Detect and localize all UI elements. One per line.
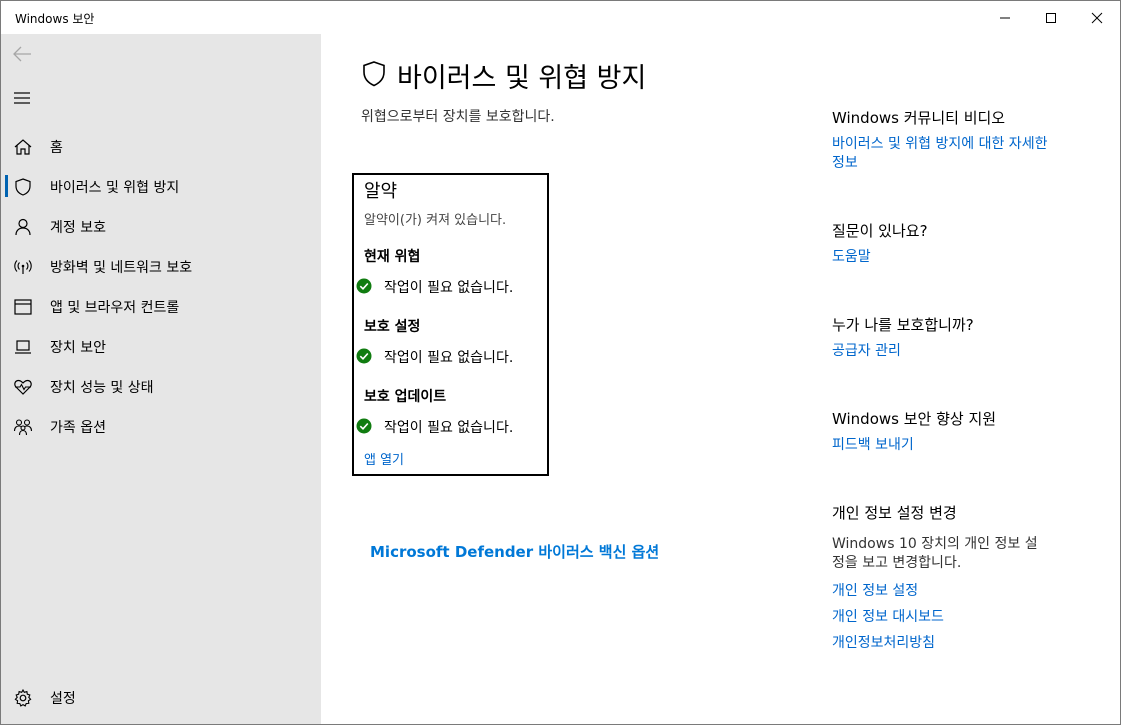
laptop-icon: [15, 340, 31, 354]
learn-more-link-line2: 정보: [832, 155, 858, 171]
green-check-icon: [356, 418, 372, 434]
menu-button[interactable]: [11, 86, 35, 110]
learn-more-link[interactable]: 바이러스 및 위협 방지에 대한 자세한 정보: [832, 135, 1047, 173]
sidebar-item-family[interactable]: 가족 옵션: [1, 406, 321, 446]
defender-options-link[interactable]: Microsoft Defender 바이러스 백신 옵션: [370, 541, 659, 562]
back-button[interactable]: [11, 42, 35, 66]
page-title: 바이러스 및 위협 방지: [359, 56, 646, 95]
app-window: Windows 보안 홈 바이러스 및 위협 방지 계정 보호 방화벽 및 네트…: [0, 0, 1121, 725]
sidebar-item-label: 장치 성능 및 상태: [50, 380, 154, 396]
minimize-button[interactable]: [982, 1, 1028, 34]
privacy-statement-link[interactable]: 개인정보처리방침: [832, 634, 935, 653]
privacy-description: Windows 10 장치의 개인 정보 설 정을 보고 변경합니다.: [832, 535, 1038, 573]
page-title-text: 바이러스 및 위협 방지: [397, 63, 647, 94]
family-icon: [13, 419, 33, 436]
status-text: 작업이 필요 없습니다.: [384, 350, 514, 366]
community-heading: Windows 커뮤니티 비디오: [832, 109, 1006, 127]
sidebar-item-firewall[interactable]: 방화벽 및 네트워크 보호: [1, 246, 321, 286]
sidebar-item-label: 바이러스 및 위협 방지: [50, 180, 180, 196]
sidebar-item-device-health[interactable]: 장치 성능 및 상태: [1, 366, 321, 406]
title-bar: Windows 보안: [1, 1, 1120, 34]
sidebar-item-label: 홈: [50, 140, 63, 156]
status-row: 작업이 필요 없습니다.: [356, 346, 546, 366]
who-protects-heading: 누가 나를 보호합니까?: [832, 316, 974, 334]
sidebar-item-label: 계정 보호: [50, 220, 106, 236]
manage-providers-link[interactable]: 공급자 관리: [832, 342, 901, 361]
privacy-description-line1: Windows 10 장치의 개인 정보 설: [832, 536, 1038, 552]
heart-pulse-icon: [14, 379, 32, 395]
sidebar-item-label: 장치 보안: [50, 340, 106, 356]
sidebar-item-account[interactable]: 계정 보호: [1, 206, 321, 246]
maximize-button[interactable]: [1028, 1, 1074, 34]
send-feedback-link[interactable]: 피드백 보내기: [832, 436, 914, 455]
sidebar-item-app-browser[interactable]: 앱 및 브라우저 컨트롤: [1, 286, 321, 326]
provider-name: 알약: [364, 181, 398, 202]
wifi-antenna-icon: [14, 260, 32, 274]
question-heading: 질문이 있나요?: [832, 222, 928, 240]
browser-window-icon: [14, 299, 32, 315]
page-subtitle: 위협으로부터 장치를 보호합니다.: [361, 109, 555, 125]
status-row: 작업이 필요 없습니다.: [356, 416, 546, 436]
main-content: 바이러스 및 위협 방지 위협으로부터 장치를 보호합니다. 알약 알약이(가)…: [321, 34, 1121, 724]
back-arrow-icon: [13, 46, 31, 62]
privacy-heading: 개인 정보 설정 변경: [832, 504, 957, 522]
sidebar-item-virus-protection[interactable]: 바이러스 및 위협 방지: [1, 166, 321, 206]
sidebar-item-label: 앱 및 브라우저 컨트롤: [50, 300, 180, 316]
green-check-icon: [356, 278, 372, 294]
provider-card: 알약 알약이(가) 켜져 있습니다. 현재 위협 작업이 필요 없습니다. 보호…: [352, 173, 549, 476]
privacy-settings-link[interactable]: 개인 정보 설정: [832, 582, 918, 601]
sidebar: 홈 바이러스 및 위협 방지 계정 보호 방화벽 및 네트워크 보호 앱 및 브…: [1, 34, 321, 724]
person-icon: [15, 218, 31, 236]
improve-heading: Windows 보안 향상 지원: [832, 410, 997, 428]
close-button[interactable]: [1074, 1, 1120, 34]
provider-status: 알약이(가) 켜져 있습니다.: [364, 213, 507, 228]
sidebar-item-device-security[interactable]: 장치 보안: [1, 326, 321, 366]
gear-icon: [14, 688, 32, 707]
hamburger-icon: [14, 92, 30, 104]
window-title: Windows 보안: [15, 12, 95, 26]
sidebar-item-settings[interactable]: 설정: [1, 677, 321, 717]
section-heading-current-threats: 현재 위협: [364, 249, 421, 265]
minimize-icon: [1000, 17, 1010, 18]
close-icon: [1091, 12, 1103, 23]
section-heading-protection-settings: 보호 설정: [364, 319, 421, 335]
privacy-description-line2: 정을 보고 변경합니다.: [832, 555, 962, 571]
status-row: 작업이 필요 없습니다.: [356, 276, 546, 296]
green-check-icon: [356, 348, 372, 364]
section-heading-protection-updates: 보호 업데이트: [364, 389, 447, 405]
status-text: 작업이 필요 없습니다.: [384, 420, 514, 436]
open-app-link[interactable]: 앱 열기: [364, 449, 404, 468]
sidebar-item-label: 방화벽 및 네트워크 보호: [50, 260, 193, 276]
help-link[interactable]: 도움말: [832, 248, 871, 267]
shield-icon: [15, 178, 31, 196]
status-text: 작업이 필요 없습니다.: [384, 280, 514, 296]
sidebar-item-label: 가족 옵션: [50, 420, 106, 436]
sidebar-item-home[interactable]: 홈: [1, 126, 321, 166]
privacy-dashboard-link[interactable]: 개인 정보 대시보드: [832, 608, 944, 627]
sidebar-item-label: 설정: [50, 691, 76, 707]
maximize-icon: [1046, 12, 1056, 23]
learn-more-link-line1: 바이러스 및 위협 방지에 대한 자세한: [832, 136, 1048, 152]
home-icon: [14, 139, 32, 155]
